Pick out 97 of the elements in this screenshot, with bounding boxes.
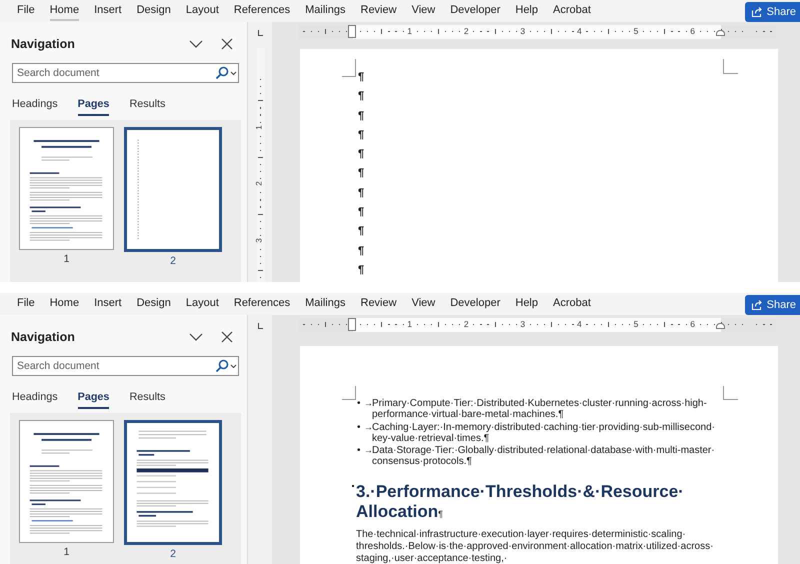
menu-tab[interactable]: Help (515, 294, 538, 314)
menu-tab[interactable]: Mailings (305, 294, 346, 314)
page-thumbnail[interactable] (19, 420, 114, 543)
menu-tab[interactable]: Layout (186, 294, 219, 314)
close-icon[interactable] (221, 38, 233, 50)
ruler-number: 2 (464, 319, 469, 329)
menu-tab[interactable]: Layout (186, 1, 219, 21)
page-thumbnail[interactable] (124, 127, 222, 252)
chevron-down-icon[interactable] (189, 39, 203, 49)
menu-tab[interactable]: Developer (450, 294, 500, 314)
page-thumbnail[interactable] (124, 420, 222, 545)
indent-marker-icon[interactable] (348, 25, 356, 38)
menu-tab[interactable]: Acrobat (553, 294, 591, 314)
paragraph-mark: ¶ (357, 110, 366, 124)
share-button[interactable]: Share (744, 294, 800, 314)
paragraph-mark: ¶ (357, 264, 366, 278)
indent-marker-icon[interactable] (348, 318, 356, 331)
ruler-number: 3 (254, 238, 264, 243)
paragraph-mark: ¶ (357, 148, 366, 162)
ruler-number: 5 (634, 319, 638, 329)
menu-tab[interactable]: Mailings (305, 1, 346, 21)
menu-tab[interactable]: References (234, 1, 290, 21)
menu-tab[interactable]: View (412, 1, 436, 21)
menu-tab[interactable]: Developer (450, 1, 500, 21)
menu-tab[interactable]: Home (50, 294, 80, 314)
ruler-number: 3 (520, 319, 526, 329)
page-number: 2 (170, 255, 176, 267)
ruler-number: 4 (577, 319, 582, 329)
paragraph-mark: ¶ (357, 244, 366, 259)
paragraph-mark: ¶ (357, 90, 366, 104)
paragraph-mark: ¶ (357, 186, 366, 201)
ruler-number: 5 (634, 26, 638, 36)
right-indent-icon[interactable] (716, 323, 725, 329)
tab-mark: → (364, 398, 372, 408)
page-number: 1 (64, 253, 70, 265)
caret-icon[interactable] (230, 71, 237, 76)
close-icon[interactable] (221, 331, 233, 343)
ruler-number: 1 (254, 124, 264, 130)
bullet-mark: • (356, 398, 362, 411)
menu-tab[interactable]: Design (136, 1, 171, 21)
paragraph-mark: ¶ (357, 128, 366, 143)
menu-tab[interactable]: Insert (94, 1, 122, 21)
tab-mark: → (364, 422, 372, 432)
menu-tab[interactable]: Review (360, 294, 397, 314)
margin-corner-mark (723, 386, 738, 400)
share-button[interactable]: Share (744, 2, 800, 22)
bullet-mark: • (356, 445, 362, 458)
menu-tab[interactable]: Insert (94, 294, 122, 314)
ruler-number: 6 (690, 26, 695, 36)
menu-tab[interactable]: References (234, 294, 290, 314)
ruler-number: 2 (254, 181, 264, 186)
pane-tab[interactable]: Pages (78, 391, 110, 409)
page-number: 1 (64, 546, 70, 558)
search-field[interactable]: Search document (12, 63, 239, 83)
paragraph-mark: ¶ (357, 206, 366, 220)
search-field[interactable]: Search document (12, 356, 239, 376)
paragraph-text: The·technical·infrastructure·execution·layer·requires·deterministic·scaling·thresholds.·Below·is·the·approved·environment·allocation·matrix·utilized·across·staging,·user·acceptance·testing,· (356, 529, 714, 564)
menu-tab[interactable]: Help (515, 1, 538, 21)
pane-tab[interactable]: Results (129, 391, 166, 409)
list-item-text: Data·Storage·Tier:·Globally·distributed·relational·database·with·multi-master·consensus·protocols.¶ (372, 445, 716, 467)
page-thumbnail[interactable] (19, 127, 114, 250)
pane-tab[interactable]: Results (129, 98, 166, 116)
ruler-number: 1 (407, 319, 412, 329)
paragraph-mark: ¶ (357, 225, 366, 240)
right-indent-icon[interactable] (716, 30, 725, 36)
menu-tab[interactable]: File (17, 1, 35, 21)
page-number: 2 (170, 548, 176, 560)
ruler-number: 3 (520, 26, 526, 36)
caret-icon[interactable] (230, 364, 237, 369)
menu-tab[interactable]: Review (360, 1, 397, 21)
paragraph-mark: ¶ (357, 167, 366, 182)
margin-corner-mark (342, 59, 356, 77)
pane-title: Navigation (11, 330, 75, 344)
share-icon (750, 298, 763, 310)
menu-tab[interactable]: Design (136, 294, 171, 314)
pane-title: Navigation (11, 37, 75, 51)
search-icon[interactable] (215, 359, 229, 373)
share-icon (750, 6, 763, 18)
bullet-mark: • (356, 422, 362, 434)
margin-corner-mark (723, 59, 738, 74)
ruler-number: 4 (577, 26, 582, 36)
tab-stop-icon[interactable] (258, 323, 263, 329)
ruler-number: 2 (464, 26, 469, 36)
menu-tab[interactable]: File (17, 294, 35, 314)
pane-tab[interactable]: Headings (12, 391, 58, 409)
chevron-down-icon[interactable] (189, 332, 203, 342)
tab-stop-icon[interactable] (258, 30, 263, 36)
pane-tab[interactable]: Pages (78, 98, 110, 116)
search-icon[interactable] (215, 66, 229, 80)
ruler-number: 6 (690, 319, 695, 329)
menu-tab[interactable]: View (412, 294, 436, 314)
ruler-number: 1 (407, 26, 412, 36)
paragraph-mark: ¶ (357, 71, 366, 85)
margin-corner-mark (342, 386, 356, 400)
tab-mark: → (364, 445, 372, 457)
menu-tab[interactable]: Acrobat (553, 1, 591, 21)
pane-tab[interactable]: Headings (12, 98, 58, 116)
